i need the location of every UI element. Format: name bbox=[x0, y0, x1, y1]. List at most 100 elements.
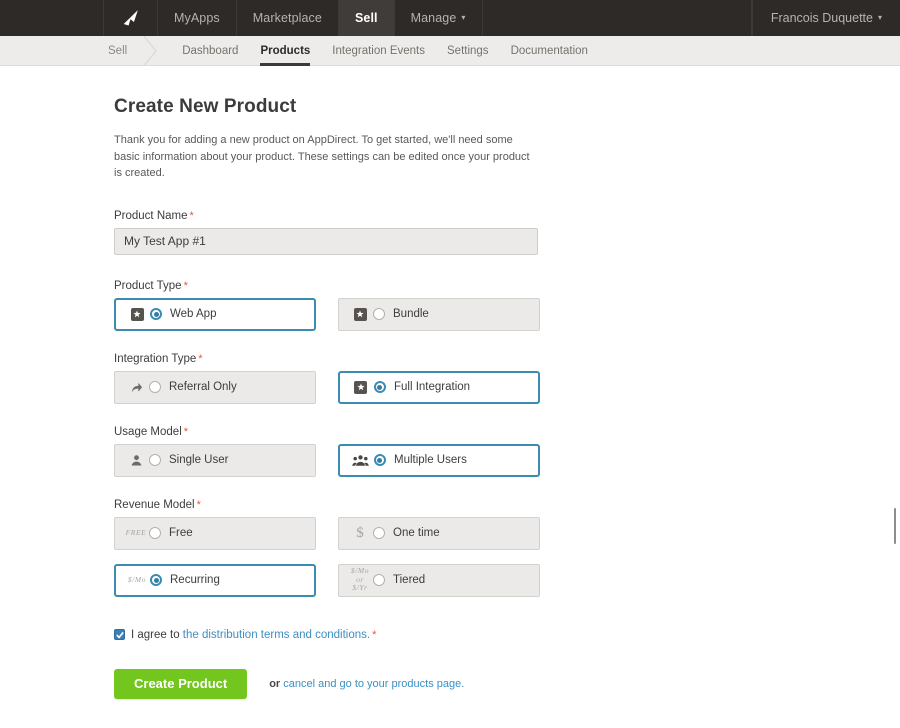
topnav-item-label: Marketplace bbox=[252, 11, 322, 25]
cancel-text: or cancel and go to your products page. bbox=[269, 678, 464, 690]
radio-referral-only[interactable] bbox=[149, 381, 161, 393]
revenue-model-options-row-1: FREE Free $ One time bbox=[114, 516, 540, 550]
badge-star-icon bbox=[348, 380, 374, 394]
revenue-model-label: Revenue Model * bbox=[114, 499, 540, 511]
radio-multiple-users[interactable] bbox=[373, 454, 386, 466]
breadcrumb[interactable]: Sell bbox=[104, 36, 141, 65]
option-one-time[interactable]: $ One time bbox=[338, 516, 540, 550]
topnav-item-myapps[interactable]: MyApps bbox=[158, 0, 237, 36]
topnav-item-sell[interactable]: Sell bbox=[338, 0, 395, 36]
appdirect-logo[interactable] bbox=[104, 0, 158, 36]
option-multiple-users[interactable]: Multiple Users bbox=[337, 443, 540, 477]
top-navigation-bar: MyApps Marketplace Sell Manage ▾ Francoi… bbox=[0, 0, 900, 36]
page-intro-text: Thank you for adding a new product on Ap… bbox=[114, 134, 530, 179]
terms-agreement-checkbox[interactable] bbox=[114, 629, 125, 640]
reply-arrow-icon bbox=[123, 381, 149, 394]
subnav-item-label: Settings bbox=[447, 44, 489, 57]
option-single-user[interactable]: Single User bbox=[114, 443, 316, 477]
distribution-terms-link[interactable]: the distribution terms and conditions. bbox=[183, 629, 370, 641]
radio-web-app[interactable] bbox=[150, 308, 162, 320]
required-marker: * bbox=[183, 425, 189, 438]
form-actions: Create Product or cancel and go to your … bbox=[114, 668, 540, 699]
revenue-model-options-row-2: $/Mo Recurring $/Mo or $/Yr Tiered bbox=[114, 563, 540, 597]
option-tiered[interactable]: $/Mo or $/Yr Tiered bbox=[338, 563, 540, 597]
cancel-link[interactable]: cancel and go to your products page. bbox=[283, 678, 464, 690]
subnav-item-products[interactable]: Products bbox=[249, 36, 321, 66]
product-name-label: Product Name * bbox=[114, 210, 540, 222]
usage-model-label: Usage Model * bbox=[114, 426, 540, 438]
free-text-icon-label: FREE bbox=[125, 527, 147, 537]
option-recurring[interactable]: $/Mo Recurring bbox=[114, 563, 317, 597]
option-free[interactable]: FREE Free bbox=[114, 516, 316, 550]
product-type-label-text: Product Type bbox=[114, 279, 182, 292]
subnav-item-dashboard[interactable]: Dashboard bbox=[171, 36, 249, 65]
per-month-or-year-text-icon-label: $/Mo or $/Yr bbox=[351, 566, 369, 593]
chevron-down-icon: ▾ bbox=[877, 12, 882, 22]
subnav-item-label: Products bbox=[260, 44, 311, 57]
free-text-icon: FREE bbox=[123, 527, 149, 538]
multiple-users-icon bbox=[348, 454, 374, 467]
usage-model-options: Single User Multiple Users bbox=[114, 443, 540, 477]
subnav-item-settings[interactable]: Settings bbox=[436, 36, 500, 65]
terms-agreement-prefix: I agree to bbox=[131, 628, 183, 641]
page-scrollbar-thumb[interactable] bbox=[894, 508, 896, 544]
integration-type-label: Integration Type * bbox=[114, 353, 540, 365]
subnav-item-label: Dashboard bbox=[182, 44, 239, 57]
terms-agreement-text: I agree to the distribution terms and co… bbox=[131, 629, 376, 641]
revenue-model-label-text: Revenue Model bbox=[114, 498, 195, 511]
page-title: Create New Product bbox=[114, 96, 297, 117]
user-menu[interactable]: Francois Duquette ▾ bbox=[751, 0, 900, 36]
product-name-input[interactable] bbox=[114, 227, 538, 255]
per-month-text-icon: $/Mo bbox=[124, 574, 150, 585]
integration-type-options: Referral Only Full Integration bbox=[114, 370, 540, 404]
required-marker: * bbox=[372, 628, 377, 641]
option-label: Referral Only bbox=[169, 381, 237, 393]
option-label: Multiple Users bbox=[393, 454, 467, 466]
dollar-icon: $ bbox=[347, 525, 373, 542]
subnav-item-label: Documentation bbox=[510, 44, 588, 57]
subnav-item-integration-events[interactable]: Integration Events bbox=[321, 36, 436, 65]
option-bundle[interactable]: Bundle bbox=[338, 297, 540, 331]
sub-navigation-bar: Sell Dashboard Products Integration Even… bbox=[0, 36, 900, 66]
badge-star-icon bbox=[124, 307, 150, 321]
topnav-item-label: Manage bbox=[410, 11, 457, 25]
required-marker: * bbox=[198, 352, 203, 365]
appdirect-logo-icon bbox=[123, 10, 138, 26]
radio-free[interactable] bbox=[149, 527, 161, 539]
radio-full-integration[interactable] bbox=[373, 381, 386, 393]
topnav-item-manage[interactable]: Manage ▾ bbox=[395, 0, 483, 36]
field-group-product-type: Product Type * Web App Bundle bbox=[114, 280, 540, 331]
radio-bundle[interactable] bbox=[373, 308, 386, 320]
topnav-item-marketplace[interactable]: Marketplace bbox=[237, 0, 339, 36]
page-body: Create New Product Thank you for adding … bbox=[0, 66, 900, 699]
option-label: Single User bbox=[169, 454, 229, 466]
option-full-integration[interactable]: Full Integration bbox=[337, 370, 540, 404]
topnav-left-spacer bbox=[0, 0, 104, 36]
option-web-app[interactable]: Web App bbox=[114, 297, 317, 331]
radio-recurring[interactable] bbox=[150, 574, 162, 586]
radio-single-user[interactable] bbox=[149, 454, 161, 466]
terms-agreement-row: I agree to the distribution terms and co… bbox=[114, 629, 540, 641]
option-label: Tiered bbox=[393, 574, 426, 586]
radio-tiered[interactable] bbox=[373, 574, 386, 586]
tiered-icon-line-3: $/Yr bbox=[352, 583, 368, 593]
radio-one-time[interactable] bbox=[373, 527, 385, 539]
product-type-label: Product Type * bbox=[114, 280, 540, 292]
per-month-or-year-text-icon: $/Mo or $/Yr bbox=[347, 566, 373, 593]
usage-model-label-text: Usage Model bbox=[114, 425, 182, 438]
field-group-integration-type: Integration Type * Referral Only Full Int… bbox=[114, 353, 540, 404]
option-label: Recurring bbox=[170, 574, 220, 586]
create-product-button[interactable]: Create Product bbox=[114, 668, 248, 699]
single-user-icon bbox=[123, 454, 149, 467]
per-month-text-icon-label: $/Mo bbox=[127, 574, 147, 584]
option-label: Free bbox=[169, 527, 193, 539]
option-label: Web App bbox=[170, 308, 217, 320]
subnav-item-label: Integration Events bbox=[332, 44, 425, 57]
breadcrumb-label: Sell bbox=[108, 44, 128, 57]
option-label: One time bbox=[393, 527, 440, 539]
topnav-item-label: Sell bbox=[354, 11, 378, 25]
subnav-item-documentation[interactable]: Documentation bbox=[500, 36, 599, 65]
option-referral-only[interactable]: Referral Only bbox=[114, 370, 316, 404]
create-product-form: Create New Product Thank you for adding … bbox=[114, 96, 540, 699]
dollar-icon-label: $ bbox=[356, 524, 364, 541]
